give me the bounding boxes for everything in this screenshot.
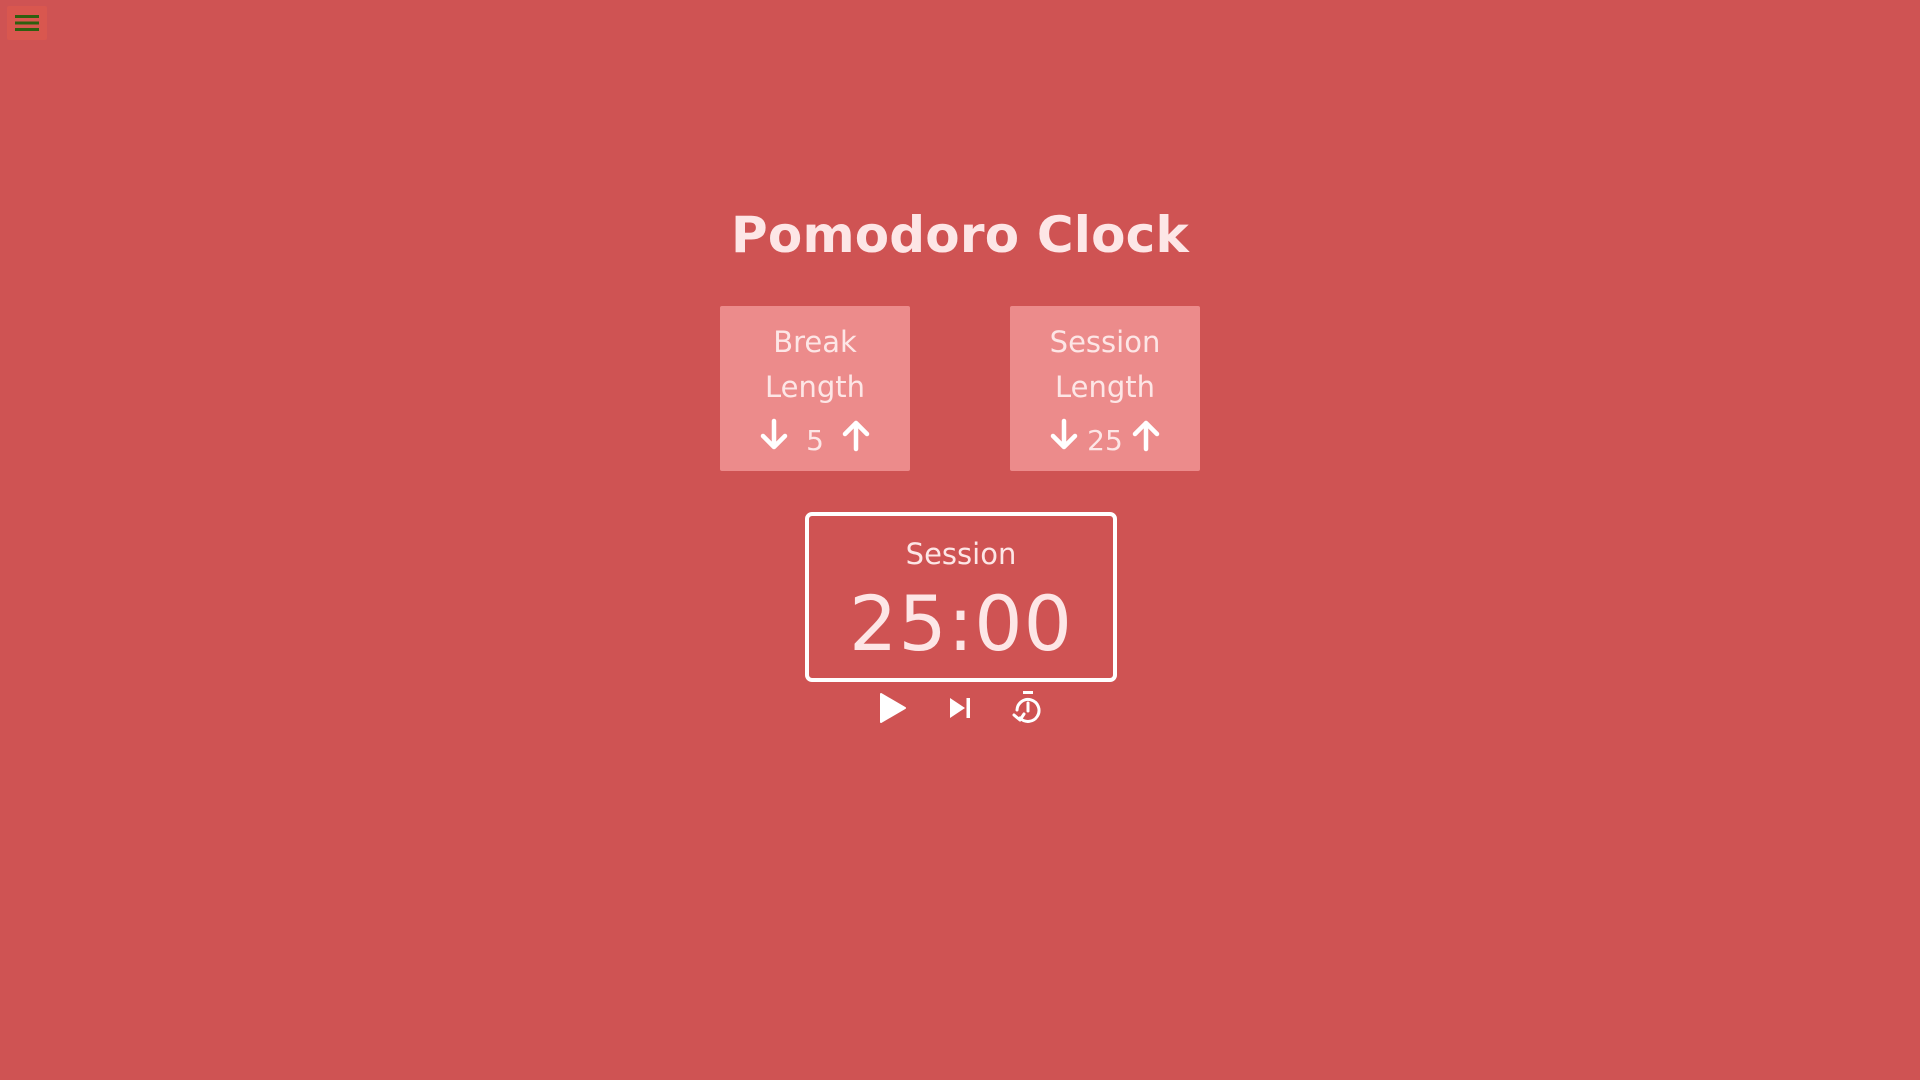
session-increment-button[interactable]	[1129, 417, 1163, 457]
skip-button[interactable]	[938, 688, 982, 732]
arrow-down-icon	[759, 418, 789, 456]
break-length-label: Break Length	[764, 325, 866, 404]
arrow-up-icon	[1131, 418, 1161, 456]
break-length-value: 5	[806, 423, 824, 457]
session-length-value: 25	[1087, 423, 1123, 457]
session-length-label: Session Length	[1049, 325, 1161, 404]
timer-reset-icon	[1010, 689, 1046, 731]
play-button[interactable]	[870, 688, 914, 732]
timer-time: 25:00	[848, 579, 1074, 668]
break-length-controls: 5	[720, 412, 910, 462]
skip-next-icon	[945, 693, 975, 727]
timer-display: Session 25:00	[805, 512, 1117, 682]
page-title: Pomodoro Clock	[731, 206, 1189, 264]
session-length-controls: 25	[1010, 412, 1200, 462]
menu-button[interactable]	[7, 6, 47, 40]
break-decrement-button[interactable]	[757, 417, 791, 457]
pomodoro-page: Pomodoro Clock Break Length 5 Session Le…	[0, 0, 1920, 1080]
hamburger-menu-icon	[13, 12, 41, 34]
break-length-panel: Break Length 5	[720, 306, 910, 471]
session-length-panel: Session Length 25	[1010, 306, 1200, 471]
arrow-up-icon	[841, 418, 871, 456]
reset-button[interactable]	[1006, 688, 1050, 732]
play-icon	[875, 690, 909, 730]
arrow-down-icon	[1049, 418, 1079, 456]
break-increment-button[interactable]	[839, 417, 873, 457]
session-decrement-button[interactable]	[1047, 417, 1081, 457]
timer-controls	[870, 688, 1050, 732]
timer-label: Session	[905, 537, 1017, 571]
